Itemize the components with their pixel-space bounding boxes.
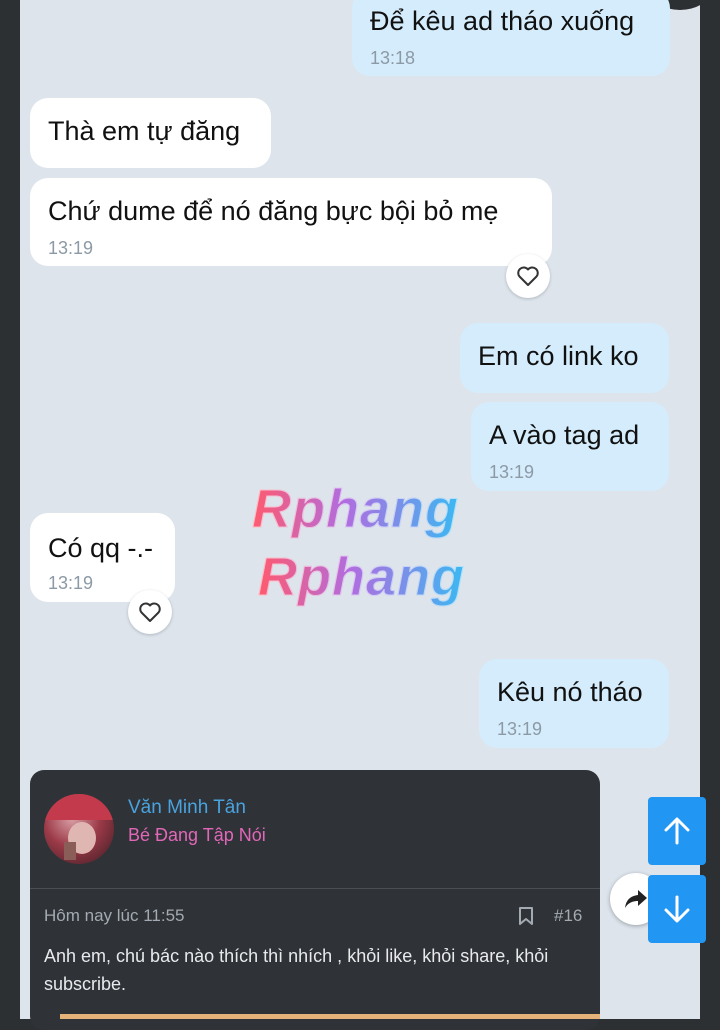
message-bubble-incoming: Có qq -.- 13:19 [30,513,175,602]
message-bubble-outgoing: Kêu nó tháo 13:19 [479,659,669,748]
bookmark-icon[interactable] [518,906,534,931]
post-timestamp[interactable]: Hôm nay lúc 11:55 [44,906,184,926]
message-text: Có qq -.- [48,533,154,563]
message-text: Kêu nó tháo [497,677,643,707]
post-number[interactable]: #16 [554,906,582,926]
message-time: 13:19 [48,573,94,593]
divider [30,888,600,889]
post-username[interactable]: Văn Minh Tân [128,797,246,819]
message-text: Chứ dume để nó đăng bực bội bỏ mẹ [48,196,499,226]
message-text: A vào tag ad [489,420,640,450]
message-time: 13:19 [497,719,543,739]
share-icon [625,890,647,908]
message-bubble-incoming: Thà em tự đăng [30,98,271,168]
watermark-logo: Rphang [252,479,459,540]
bottom-strip [60,1014,600,1019]
message-bubble-outgoing: Để kêu ad tháo xuống 13:18 [352,0,670,76]
avatar[interactable] [44,794,114,864]
heart-icon[interactable] [506,254,550,298]
watermark-logo: Rphang [258,547,465,608]
message-time: 13:19 [48,238,94,258]
message-text: Thà em tự đăng [48,116,241,146]
message-text: Để kêu ad tháo xuống [370,6,635,36]
heart-icon[interactable] [128,590,172,634]
scroll-up-button[interactable] [648,797,706,865]
message-text: Em có link ko [478,341,639,371]
post-body: Anh em, chú bác nào thích thì nhích , kh… [44,946,549,994]
message-bubble-outgoing: A vào tag ad 13:19 [471,402,669,491]
message-time: 13:18 [370,48,416,68]
arrow-down-icon [664,895,690,923]
scroll-down-button[interactable] [648,875,706,943]
message-time: 13:19 [489,462,535,482]
arrow-up-icon [664,817,690,845]
forum-post-card: Văn Minh Tân Bé Đang Tập Nói Hôm nay lúc… [30,770,600,1030]
message-bubble-incoming: Chứ dume để nó đăng bực bội bỏ mẹ 13:19 [30,178,552,266]
post-user-title: Bé Đang Tập Nói [128,825,266,845]
message-bubble-outgoing: Em có link ko [460,323,669,393]
